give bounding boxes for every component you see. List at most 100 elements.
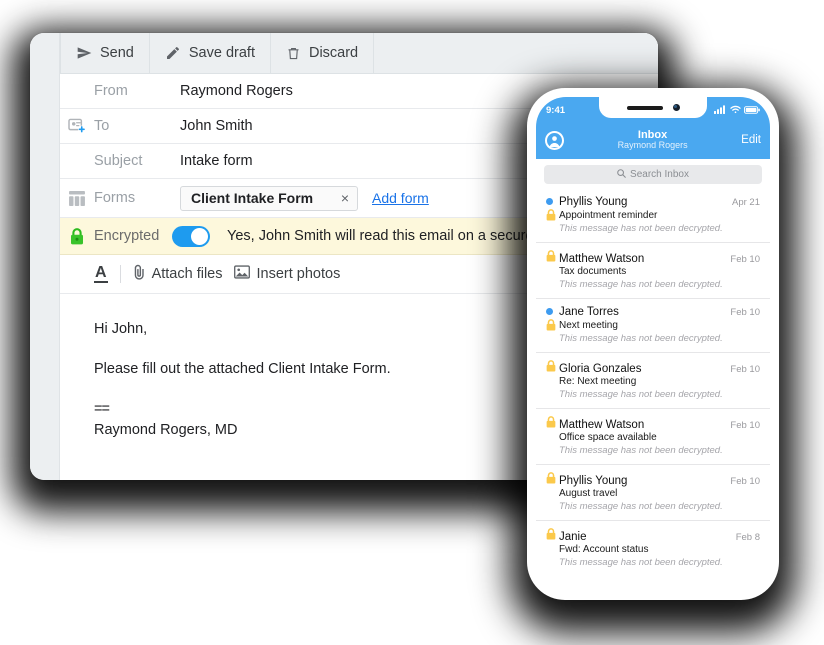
phone-screen: 9:41 Inbox Raymond Rogers Edit Search In… bbox=[536, 97, 770, 591]
message-preview: This message has not been decrypted. bbox=[559, 279, 723, 290]
unread-dot bbox=[546, 308, 553, 315]
trash-icon bbox=[286, 46, 301, 61]
pencil-icon bbox=[165, 45, 181, 61]
lock-icon bbox=[546, 528, 559, 540]
insert-photos-button[interactable]: Insert photos bbox=[234, 265, 340, 283]
message-sender: Janie bbox=[559, 531, 587, 543]
message-row-header: Phyllis Young Feb 10 bbox=[546, 472, 760, 487]
message-row-subject-line: Office space available bbox=[546, 432, 760, 443]
forms-label: Forms bbox=[94, 190, 136, 206]
battery-icon bbox=[744, 101, 760, 119]
unread-dot-icon bbox=[546, 198, 559, 205]
status-time: 9:41 bbox=[546, 104, 566, 116]
message-row[interactable]: Matthew Watson Feb 10 Office space availab… bbox=[536, 409, 770, 465]
message-sender: Phyllis Young bbox=[559, 196, 628, 208]
phone-mockup: 9:41 Inbox Raymond Rogers Edit Search In… bbox=[527, 88, 779, 600]
lock-icon bbox=[546, 416, 559, 428]
message-date: Feb 10 bbox=[730, 420, 760, 431]
message-row-subject-line: Tax documents bbox=[546, 266, 760, 277]
message-row[interactable]: Phyllis Young Feb 10 August travel This mes… bbox=[536, 465, 770, 521]
phone-search-wrap: Search Inbox bbox=[536, 159, 770, 189]
send-icon bbox=[76, 45, 92, 61]
message-sender: Jane Torres bbox=[559, 306, 619, 318]
cellular-signal-icon bbox=[714, 101, 727, 119]
message-row-header: Gloria Gonzales Feb 10 bbox=[546, 360, 760, 375]
message-preview: This message has not been decrypted. bbox=[559, 557, 723, 568]
message-row-subject-line: Re: Next meeting bbox=[546, 376, 760, 387]
phone-nav-title-group: Inbox Raymond Rogers bbox=[564, 129, 741, 151]
to-label: To bbox=[94, 118, 110, 134]
message-sender: Matthew Watson bbox=[559, 419, 645, 431]
search-icon bbox=[617, 168, 626, 181]
add-contact-icon[interactable] bbox=[60, 118, 94, 134]
add-form-link[interactable]: Add form bbox=[372, 190, 429, 206]
attach-files-label: Attach files bbox=[151, 266, 223, 282]
edit-button[interactable]: Edit bbox=[741, 134, 761, 146]
lock-icon bbox=[546, 319, 559, 331]
compose-toolbar: Send Save draft Discard bbox=[60, 33, 658, 74]
message-date: Feb 10 bbox=[730, 254, 760, 265]
message-date: Apr 21 bbox=[732, 197, 760, 208]
send-button[interactable]: Send bbox=[60, 33, 150, 73]
message-row[interactable]: Jane Torres Feb 10 Next meeting This messa… bbox=[536, 299, 770, 353]
message-sender: Gloria Gonzales bbox=[559, 363, 642, 375]
from-label: From bbox=[94, 83, 128, 99]
message-row-subject-line: Appointment reminder bbox=[546, 209, 760, 221]
speaker-grille-icon bbox=[626, 105, 663, 110]
send-button-label: Send bbox=[100, 45, 134, 61]
toggle-knob bbox=[191, 227, 208, 245]
text-format-icon[interactable]: A bbox=[94, 264, 108, 284]
message-sender: Matthew Watson bbox=[559, 253, 645, 265]
discard-button[interactable]: Discard bbox=[271, 33, 375, 73]
form-chip[interactable]: Client Intake Form × bbox=[180, 185, 358, 211]
form-icon bbox=[60, 190, 94, 206]
paperclip-icon bbox=[133, 264, 146, 284]
lock-icon bbox=[546, 360, 559, 372]
message-preview: This message has not been decrypted. bbox=[559, 333, 723, 344]
message-subject: Re: Next meeting bbox=[559, 376, 637, 387]
message-sender: Phyllis Young bbox=[559, 475, 628, 487]
message-date: Feb 10 bbox=[730, 476, 760, 487]
discard-button-label: Discard bbox=[308, 45, 359, 61]
message-row[interactable]: Janie Feb 8 Fwd: Account status This messag… bbox=[536, 521, 770, 576]
message-row[interactable]: Matthew Watson Feb 10 Tax documents This me… bbox=[536, 243, 770, 299]
lock-icon bbox=[546, 472, 559, 484]
message-date: Feb 10 bbox=[730, 364, 760, 375]
search-input[interactable]: Search Inbox bbox=[544, 165, 762, 184]
front-camera-icon bbox=[672, 104, 680, 111]
save-draft-button[interactable]: Save draft bbox=[150, 33, 271, 73]
encrypted-label: Encrypted bbox=[94, 228, 160, 244]
close-icon[interactable]: × bbox=[341, 191, 349, 205]
lock-icon bbox=[60, 227, 94, 245]
message-row-header: Phyllis Young Apr 21 bbox=[546, 196, 760, 208]
search-placeholder: Search Inbox bbox=[630, 169, 689, 180]
message-subject: Next meeting bbox=[559, 319, 618, 331]
status-indicators bbox=[714, 101, 760, 119]
attach-files-button[interactable]: Attach files bbox=[133, 264, 223, 284]
message-date: Feb 8 bbox=[735, 532, 760, 543]
message-list[interactable]: Phyllis Young Apr 21 Appointment reminder… bbox=[536, 189, 770, 591]
message-subject: Fwd: Account status bbox=[559, 544, 649, 555]
message-row[interactable]: Gloria Gonzales Feb 10 Re: Next meeting Thi… bbox=[536, 353, 770, 409]
collapsed-sidebar[interactable] bbox=[30, 33, 60, 480]
account-avatar-icon[interactable] bbox=[545, 130, 564, 150]
image-icon bbox=[234, 265, 251, 283]
message-row-header: Matthew Watson Feb 10 bbox=[546, 416, 760, 431]
message-preview: This message has not been decrypted. bbox=[559, 501, 723, 512]
message-subject: Appointment reminder bbox=[559, 209, 658, 221]
message-subject: August travel bbox=[559, 488, 618, 499]
phone-status-bar: 9:41 bbox=[536, 97, 770, 121]
phone-nav-bar: Inbox Raymond Rogers Edit bbox=[536, 121, 770, 159]
unread-dot bbox=[546, 198, 553, 205]
lock-icon bbox=[546, 209, 559, 221]
form-chip-label: Client Intake Form bbox=[191, 190, 314, 206]
encrypted-toggle[interactable] bbox=[172, 225, 210, 247]
message-row-header: Janie Feb 8 bbox=[546, 528, 760, 543]
wifi-icon bbox=[730, 101, 741, 119]
message-preview: This message has not been decrypted. bbox=[559, 445, 723, 456]
message-row[interactable]: Phyllis Young Apr 21 Appointment reminder… bbox=[536, 189, 770, 243]
format-divider bbox=[119, 265, 121, 283]
message-row-header: Matthew Watson Feb 10 bbox=[546, 250, 760, 265]
phone-nav-subtitle: Raymond Rogers bbox=[617, 140, 688, 151]
